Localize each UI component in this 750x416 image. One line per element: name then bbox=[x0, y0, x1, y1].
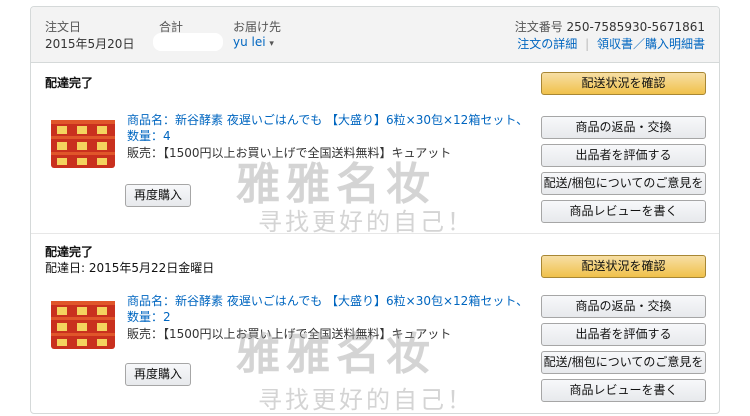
shipment-1: 配達完了 商品名：新谷酵素 夜遅いごはんでも 【大盛り】6粒×30包×12箱セッ… bbox=[31, 64, 719, 232]
packaging-feedback-button[interactable]: 配送/梱包についてのご意見を bbox=[541, 172, 706, 195]
product-title-link[interactable]: 商品名：新谷酵素 夜遅いごはんでも 【大盛り】6粒×30包×12箱セット、 数量… bbox=[127, 112, 547, 144]
product-name-line: 商品名：新谷酵素 夜遅いごはんでも 【大盛り】6粒×30包×12箱セット、 bbox=[127, 113, 529, 127]
product-name-line: 商品名：新谷酵素 夜遅いごはんでも 【大盛り】6粒×30包×12箱セット、 bbox=[127, 294, 529, 308]
track-package-button[interactable]: 配送状況を確認 bbox=[541, 255, 706, 278]
order-date-value: 2015年5月20日 bbox=[45, 37, 135, 51]
product-pack-icon bbox=[49, 295, 119, 353]
product-pack-icon bbox=[49, 114, 119, 172]
rate-seller-button[interactable]: 出品者を評価する bbox=[541, 323, 706, 346]
return-button[interactable]: 商品の返品・交換 bbox=[541, 295, 706, 318]
rebuy-button[interactable]: 再度購入 bbox=[125, 184, 191, 207]
order-links: 注文の詳細 | 領収書／購入明細書 bbox=[517, 35, 705, 52]
product-title-link[interactable]: 商品名：新谷酵素 夜遅いごはんでも 【大盛り】6粒×30包×12箱セット、 数量… bbox=[127, 293, 547, 325]
delivery-date: 配達日: 2015年5月22日金曜日 bbox=[45, 261, 215, 275]
rebuy-button[interactable]: 再度購入 bbox=[125, 363, 191, 386]
ship-to-label: お届け先 bbox=[233, 20, 282, 34]
order-number-label: 注文番号 250-7585930-5671861 bbox=[515, 18, 705, 35]
product-image[interactable] bbox=[49, 295, 119, 353]
shipment-status: 配達完了 bbox=[45, 245, 94, 259]
product-image[interactable] bbox=[49, 114, 119, 172]
order-card: 注文日 2015年5月20日 合計 お届け先 yu lei ▾ 注文番号 250… bbox=[30, 6, 720, 414]
order-number-label-text: 注文番号 bbox=[514, 20, 563, 34]
rate-seller-button[interactable]: 出品者を評価する bbox=[541, 144, 706, 167]
order-details-link[interactable]: 注文の詳細 bbox=[517, 37, 577, 51]
order-number-value: 250-7585930-5671861 bbox=[566, 20, 705, 34]
ship-to-name[interactable]: yu lei ▾ bbox=[233, 35, 274, 49]
packaging-feedback-button[interactable]: 配送/梱包についてのご意見を bbox=[541, 351, 706, 374]
order-header: 注文日 2015年5月20日 合計 お届け先 yu lei ▾ 注文番号 250… bbox=[31, 7, 719, 63]
seller-info: 販売：【1500円以上お買い上げで全国送料無料】キュアット bbox=[127, 327, 452, 341]
order-date-label: 注文日 bbox=[45, 20, 82, 34]
receipt-link[interactable]: 領収書／購入明細書 bbox=[597, 37, 705, 51]
chevron-down-icon: ▾ bbox=[269, 39, 274, 49]
ship-to-value: yu lei bbox=[233, 35, 266, 49]
track-package-button[interactable]: 配送状況を確認 bbox=[541, 72, 706, 95]
link-separator: | bbox=[585, 37, 590, 51]
shipment-divider bbox=[31, 233, 719, 234]
shipment-status: 配達完了 bbox=[45, 76, 94, 90]
redacted-total bbox=[153, 33, 223, 51]
return-button[interactable]: 商品の返品・交換 bbox=[541, 116, 706, 139]
shipment-2: 配達完了 配達日: 2015年5月22日金曜日 商品名：新谷酵素 夜遅いごはんで… bbox=[31, 235, 719, 413]
product-quantity: 数量：4 bbox=[127, 129, 171, 143]
write-review-button[interactable]: 商品レビューを書く bbox=[541, 200, 706, 223]
product-quantity: 数量：2 bbox=[127, 310, 171, 324]
write-review-button[interactable]: 商品レビューを書く bbox=[541, 379, 706, 402]
seller-info: 販売：【1500円以上お買い上げで全国送料無料】キュアット bbox=[127, 146, 452, 160]
